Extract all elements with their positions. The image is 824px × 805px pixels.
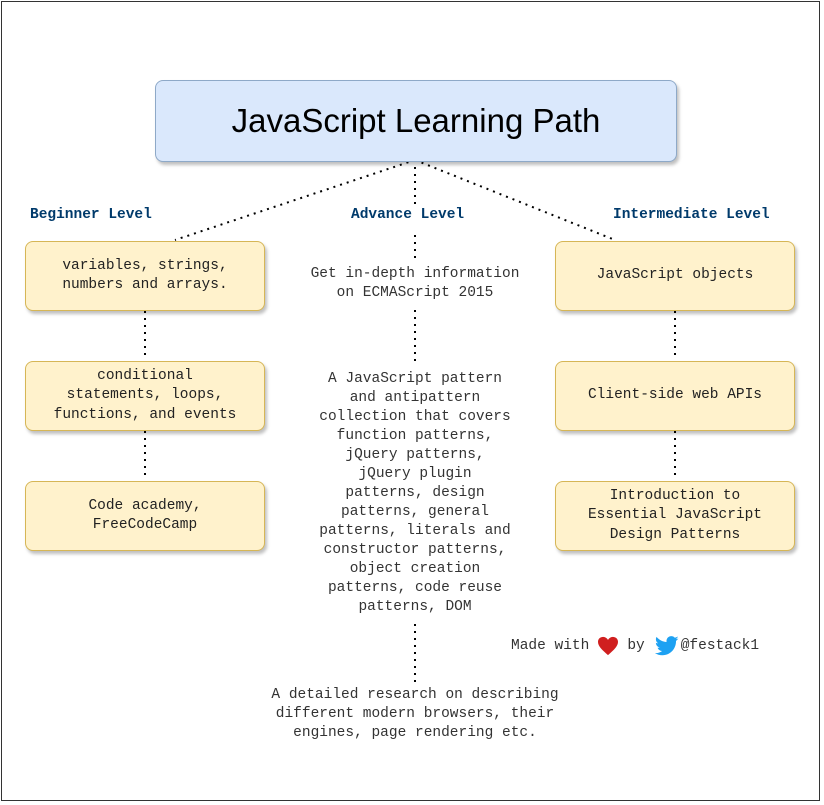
advance-step-3: A detailed research on describing differ… — [271, 687, 559, 741]
advance-step-1: Get in-depth information on ECMAScript 2… — [310, 266, 520, 301]
advance-step-2: A JavaScript pattern and antipattern col… — [319, 371, 511, 615]
intermediate-step-3: Introduction to Essential JavaScript Des… — [555, 481, 795, 551]
heart-icon — [597, 636, 619, 656]
connector-title-beginner — [174, 159, 416, 241]
by-text: by — [627, 638, 645, 654]
intermediate-level-label: Intermediate Level — [613, 207, 770, 223]
footer-credit: Made with by @festack1 — [511, 634, 759, 658]
beginner-step-3: Code academy, FreeCodeCamp — [25, 481, 265, 551]
twitter-handle[interactable]: @festack1 — [681, 638, 759, 654]
beginner-step-2: conditional statements, loops, functions… — [25, 361, 265, 431]
made-with-text: Made with — [511, 638, 590, 654]
beginner-step-1: variables, strings, numbers and arrays. — [25, 241, 265, 311]
twitter-bird-icon — [654, 636, 679, 656]
intermediate-step-2: Client-side web APIs — [555, 361, 795, 431]
connector-title-intermediate — [414, 159, 616, 241]
advance-level-label: Advance Level — [351, 207, 465, 223]
beginner-level-label: Beginner Level — [30, 207, 152, 223]
diagram-title: JavaScript Learning Path — [155, 80, 677, 162]
intermediate-step-1: JavaScript objects — [555, 241, 795, 311]
